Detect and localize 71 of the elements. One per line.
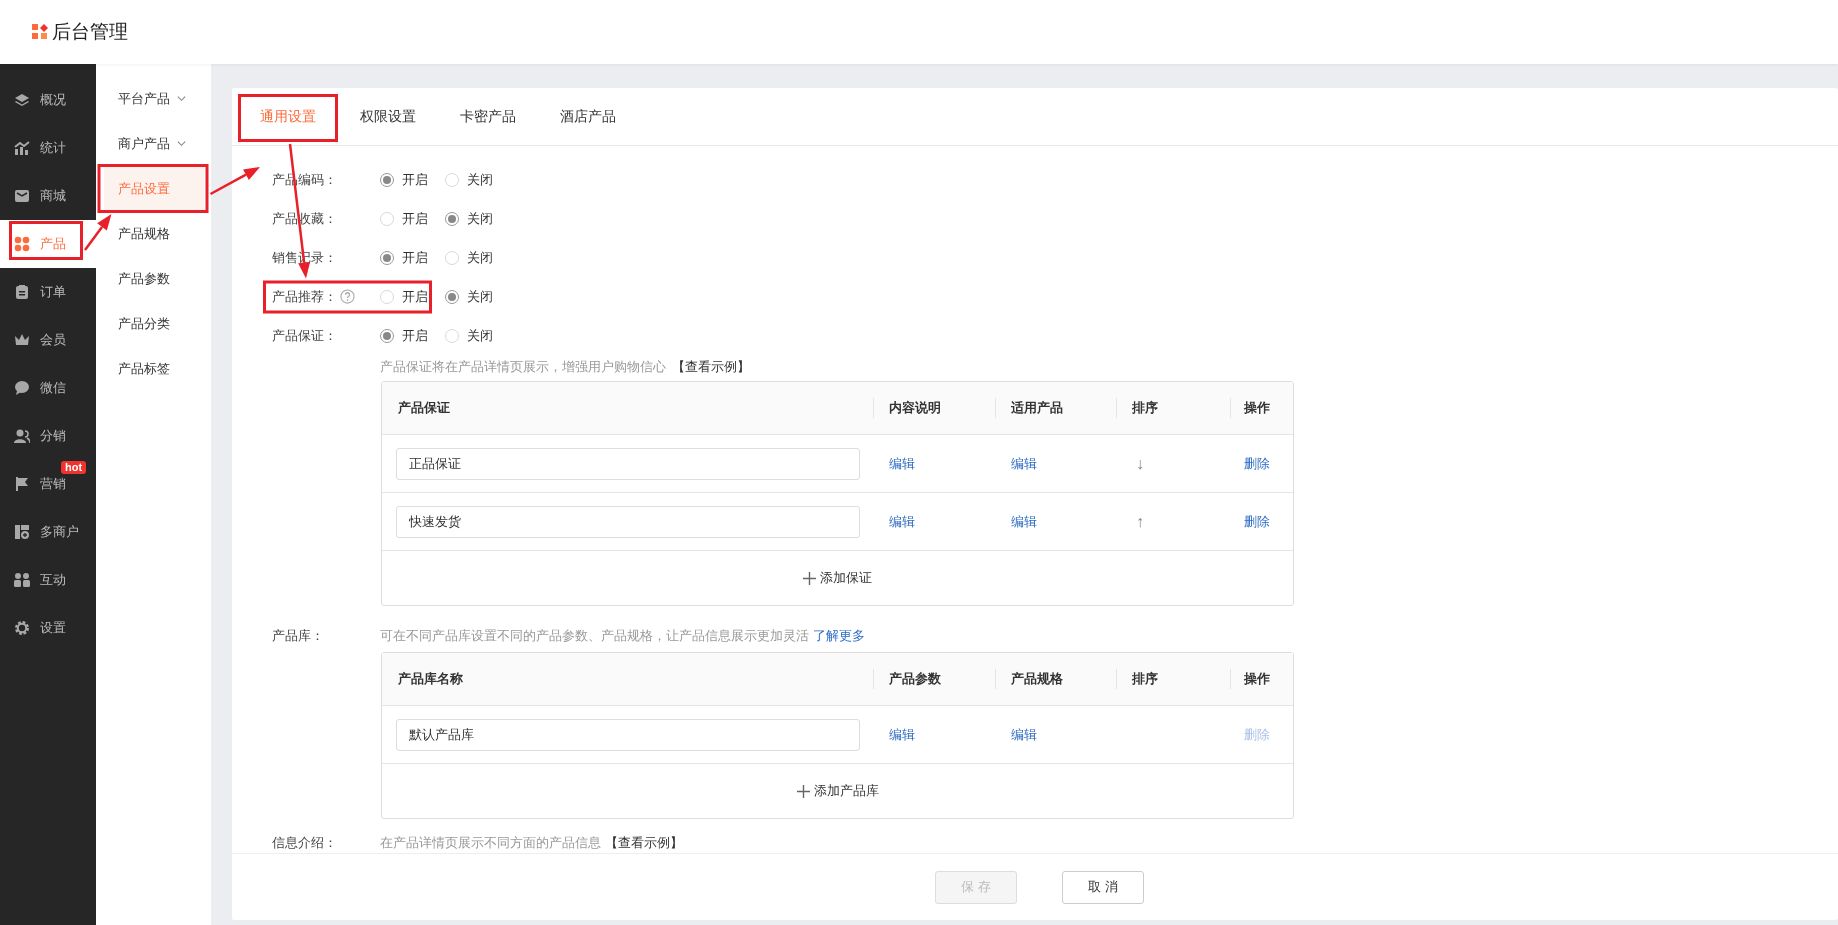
- chat-icon: [14, 380, 30, 396]
- layers-icon: [14, 92, 30, 108]
- column-header: 产品保证: [397, 399, 451, 417]
- hint-text: 在产品详情页展示不同方面的产品信息: [380, 834, 601, 852]
- column-header: 排序: [1116, 653, 1230, 705]
- logo-icon: [32, 24, 48, 40]
- option-label: 开启: [402, 287, 428, 306]
- option-label: 开启: [402, 170, 428, 189]
- column-header: 产品库名称: [397, 670, 464, 688]
- field-label: 产品保证：: [272, 326, 337, 345]
- chart-icon: [14, 140, 30, 156]
- chevron-down-icon: [175, 93, 187, 104]
- field-label: 信息介绍：: [272, 834, 338, 852]
- option-label: 开启: [402, 209, 428, 228]
- chevron-down-icon: [175, 138, 187, 149]
- submenu-item[interactable]: 产品参数: [103, 256, 204, 301]
- name-field[interactable]: 正品保证: [396, 447, 860, 480]
- edit-link[interactable]: 编辑: [889, 512, 915, 531]
- option-label: 开启: [402, 248, 428, 267]
- crown-icon: [14, 332, 30, 348]
- submenu-item[interactable]: 平台产品: [103, 76, 204, 121]
- tab[interactable]: 酒店产品: [538, 88, 638, 145]
- field-label: 产品推荐：: [272, 287, 337, 306]
- tab[interactable]: 权限设置: [338, 88, 438, 145]
- column-header: 适用产品: [995, 382, 1116, 434]
- option-label: 关闭: [467, 209, 493, 228]
- grid-icon: [14, 236, 30, 252]
- field-label: 产品库：: [272, 627, 325, 645]
- flag-icon: [14, 476, 30, 492]
- plus-icon: [796, 784, 810, 798]
- cancel-button[interactable]: 取 消: [1062, 870, 1144, 904]
- column-header: 操作: [1230, 382, 1293, 434]
- tab[interactable]: 卡密产品: [438, 88, 538, 145]
- add-button[interactable]: 添加产品库: [790, 781, 885, 801]
- column-header: 产品规格: [995, 653, 1116, 705]
- app-title: 后台管理: [52, 20, 128, 44]
- option-label: 关闭: [467, 326, 493, 345]
- annotation-arrow: [84, 214, 112, 251]
- column-header: 内容说明: [873, 382, 995, 434]
- option-label: 关闭: [467, 248, 493, 267]
- submenu-item[interactable]: 产品标签: [103, 346, 204, 391]
- column-header: 产品参数: [873, 653, 995, 705]
- column-header: 排序: [1116, 382, 1230, 434]
- submenu-item[interactable]: 产品规格: [103, 211, 204, 256]
- users-icon: [14, 428, 30, 444]
- envelope-icon: [14, 188, 30, 204]
- clipboard-icon: [14, 284, 30, 300]
- hot-badge: hot: [61, 461, 87, 474]
- example-link[interactable]: 【查看示例】: [605, 834, 683, 852]
- option-label: 开启: [402, 326, 428, 345]
- submenu-item[interactable]: 产品分类: [103, 301, 204, 346]
- plus-icon: [803, 571, 816, 585]
- delete-link[interactable]: 删除: [1244, 512, 1270, 531]
- learn-more-link[interactable]: 了解更多: [813, 627, 865, 645]
- submenu-item[interactable]: 商户产品: [103, 121, 204, 166]
- edit-link[interactable]: 编辑: [1011, 454, 1037, 473]
- edit-link[interactable]: 编辑: [889, 454, 915, 473]
- column-header: 操作: [1230, 653, 1293, 705]
- add-button[interactable]: 添加保证: [797, 568, 878, 588]
- example-link[interactable]: 【查看示例】: [672, 358, 750, 376]
- hint-text: 可在不同产品库设置不同的产品参数、产品规格，让产品信息展示更加灵活: [380, 627, 809, 645]
- option-label: 关闭: [467, 170, 493, 189]
- people-icon: [14, 572, 30, 588]
- store-icon: [14, 524, 30, 540]
- name-field[interactable]: 快速发货: [396, 505, 860, 538]
- edit-link[interactable]: 编辑: [1011, 512, 1037, 531]
- delete-link[interactable]: 删除: [1244, 454, 1270, 473]
- annotation-arrow: [209, 167, 260, 196]
- hint-text: 产品保证将在产品详情页展示，增强用户购物信心: [380, 358, 666, 376]
- option-label: 关闭: [467, 287, 493, 306]
- settings-icon: [14, 620, 30, 636]
